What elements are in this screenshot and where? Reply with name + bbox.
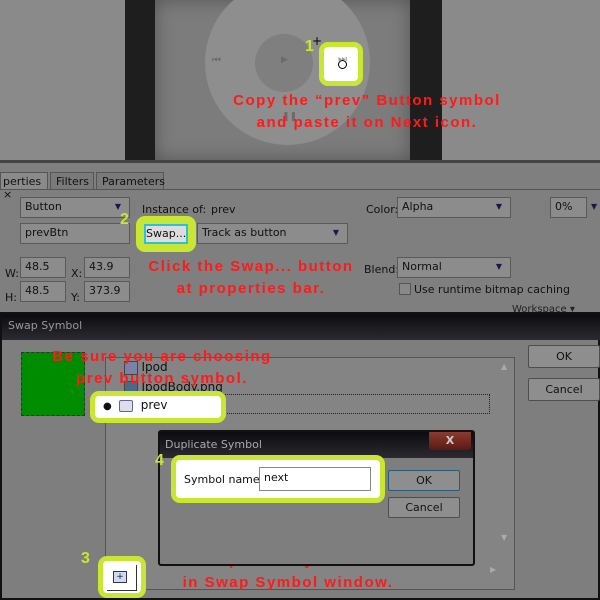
duplicate-title: Duplicate Symbol <box>165 438 262 451</box>
y-label: Y: <box>71 291 80 304</box>
cache-checkbox[interactable] <box>399 283 411 295</box>
note-2-line-1: Click the Swap... button <box>148 258 354 275</box>
note-1-line-2: and paste it on Next icon. <box>256 114 478 131</box>
note-swap: Be sure you are choosing prev button sym… <box>42 346 282 390</box>
tab-label: perties <box>3 175 42 188</box>
h-label: H: <box>5 291 17 304</box>
color-select[interactable]: Alpha <box>397 197 511 218</box>
swap-cancel-button[interactable]: Cancel <box>528 378 600 401</box>
duplicate-icon: + <box>113 571 127 583</box>
note-2: Click the Swap... button at properties b… <box>136 256 366 300</box>
alpha-input[interactable]: 0% <box>550 197 587 218</box>
swap-ok-button[interactable]: OK <box>528 345 600 368</box>
duplicate-button-highlight: + <box>98 556 146 598</box>
pointer-icon <box>338 60 347 69</box>
height-input[interactable]: 48.5 <box>20 281 66 302</box>
x-input[interactable]: 43.9 <box>84 257 130 278</box>
scroll-down-icon[interactable]: ▼ <box>501 533 507 542</box>
prev-item-highlight[interactable]: ● prev <box>90 391 226 423</box>
note-2-line-2: at properties bar. <box>176 280 326 297</box>
tab-properties[interactable]: perties × <box>0 172 48 201</box>
x-label: X: <box>71 267 83 280</box>
swap-symbol-dialog: Swap Symbol Ipod IpodBody.png ▲ ▼ ◀ ▶ ● … <box>0 312 600 600</box>
bullet: ● <box>103 401 112 412</box>
blend-select[interactable]: Normal <box>397 257 511 278</box>
play-icon: ▶ <box>281 55 288 65</box>
symbol-type-select[interactable]: Button <box>20 197 130 218</box>
scroll-up-icon[interactable]: ▲ <box>501 362 507 371</box>
alpha-dropdown-icon[interactable]: ▼ <box>591 202 597 211</box>
symbol-name-input[interactable]: next <box>259 467 371 491</box>
tab-divider <box>0 189 600 190</box>
swap-highlight: Swap... <box>136 216 196 252</box>
y-input[interactable]: 373.9 <box>84 281 130 302</box>
note-swap-line-1: Be sure you are choosing <box>52 348 272 365</box>
swap-title-bar: Swap Symbol <box>2 314 600 340</box>
duplicate-symbol-button[interactable]: + <box>107 565 137 591</box>
width-input[interactable]: 48.5 <box>20 257 66 278</box>
color-label: Color: <box>366 203 399 216</box>
step-3: 3 <box>81 550 90 567</box>
note-3-line-2: in Swap Symbol window. <box>182 574 394 591</box>
instance-of-value: prev <box>211 203 236 216</box>
stage-dark-strip <box>410 0 442 160</box>
step-4: 4 <box>155 452 164 469</box>
w-label: W: <box>5 267 19 280</box>
instance-of-label: Instance of: <box>142 203 207 216</box>
close-button[interactable]: X <box>429 432 471 450</box>
next-button-highlight[interactable]: ⏭ <box>319 42 363 86</box>
instance-name-input[interactable]: prevBtn <box>20 223 130 244</box>
step-1: 1 <box>305 38 314 55</box>
prev-icon: ⏮ <box>212 55 221 66</box>
symbol-name-highlight: Symbol name: next <box>171 455 385 503</box>
blend-label: Blend: <box>364 263 400 276</box>
scroll-right-icon[interactable]: ▶ <box>490 565 496 574</box>
track-select[interactable]: Track as button <box>197 223 348 244</box>
button-symbol-icon <box>119 400 134 412</box>
duplicate-cancel-button[interactable]: Cancel <box>388 497 460 518</box>
note-swap-line-2: prev button symbol. <box>76 370 248 387</box>
tab-parameters[interactable]: Parameters <box>96 172 165 190</box>
swap-button[interactable]: Swap... <box>144 224 188 244</box>
note-1-line-1: Copy the “prev” Button symbol <box>233 92 501 109</box>
note-1: Copy the “prev” Button symbol and paste … <box>212 90 522 134</box>
stage-dark-strip <box>125 0 155 160</box>
symbol-name-label: Symbol name: <box>184 473 264 486</box>
list-item-label: prev <box>140 398 168 412</box>
tab-filters[interactable]: Filters <box>50 172 94 190</box>
duplicate-ok-button[interactable]: OK <box>388 470 460 491</box>
stage: ⏮ ▶ ❚❚ + 1 ⏭ Copy the “prev” Button symb… <box>0 0 600 160</box>
properties-panel: perties × Filters Parameters Button prev… <box>0 160 600 315</box>
cache-label: Use runtime bitmap caching <box>414 283 570 296</box>
step-2: 2 <box>120 211 129 228</box>
